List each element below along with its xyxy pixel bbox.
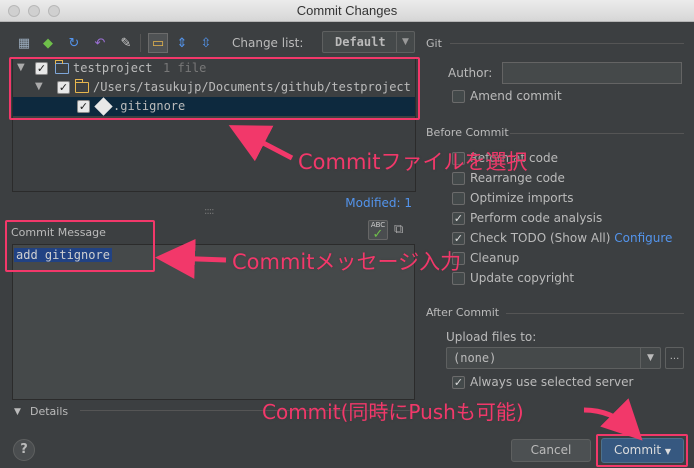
option-label: Always use selected server [470,375,634,389]
collapse-arrow-icon: ▼ [14,407,21,417]
chevron-down-icon: ▼ [396,32,414,52]
cancel-button[interactable]: Cancel [511,439,591,462]
upload-server-value: (none) [453,351,497,365]
help-button[interactable]: ? [13,439,35,461]
option-label: Cleanup [470,251,520,265]
author-input[interactable] [502,62,682,84]
chevron-down-icon: ▼ [640,348,660,368]
git-section-title: Git [426,37,442,50]
refresh-icon[interactable]: ↻ [66,35,82,51]
change-list-select[interactable]: Default ▼ [322,31,415,53]
upload-files-label: Upload files to: [446,330,537,344]
upload-server-select[interactable]: (none) ▼ [446,347,661,369]
undo-icon[interactable]: ↶ [92,35,108,51]
title-bar: Commit Changes [0,0,694,22]
splitter-handle[interactable]: :::: [204,206,215,217]
message-history-icon[interactable]: ⧉ [394,222,410,238]
check-icon: ✓ [372,227,384,242]
annotation-commit-push: Commit(同時にPushも可能) [262,400,524,424]
expand-all-icon[interactable]: ⇕ [174,35,190,51]
checkbox[interactable]: ✓ [452,212,465,225]
before-commit-title: Before Commit [426,126,509,139]
details-label: Details [30,405,69,418]
checkbox[interactable] [452,90,465,103]
message-highlight [5,220,155,272]
change-list-value: Default [335,35,386,49]
modified-count: Modified: 1 [345,196,412,210]
collapse-all-icon[interactable]: ⇳ [198,35,214,51]
annotation-select-file: Commitファイルを選択 [298,150,528,174]
commit-button-highlight [596,434,688,467]
section-divider [450,43,684,44]
file-selection-highlight [9,57,420,120]
upload-more-button[interactable]: ... [665,347,684,369]
option-label: Optimize imports [470,191,574,205]
change-list-label: Change list: [232,36,304,50]
window-title: Commit Changes [296,3,398,18]
option-label: Update copyright [470,271,575,285]
rollback-icon[interactable]: ◆ [40,35,56,51]
option-label: Perform code analysis [470,211,603,225]
show-diff-icon[interactable]: ▦ [16,35,32,51]
section-divider [510,133,684,134]
checkbox[interactable]: ✓ [452,376,465,389]
author-label: Author: [448,66,493,80]
spellcheck-icon[interactable]: ABC ✓ [368,220,388,242]
amend-commit-label: Amend commit [470,89,562,103]
section-divider [506,313,684,314]
arrow-to-commit [583,398,643,441]
configure-link[interactable]: Configure [614,231,672,245]
group-by-directory-icon[interactable]: ▭ [148,33,168,53]
checkbox[interactable]: ✓ [452,232,465,245]
toolbar-separator [140,34,141,52]
annotation-enter-message: Commitメッセージ入力 [232,250,462,274]
checkbox[interactable] [452,192,465,205]
after-commit-title: After Commit [426,306,500,319]
edit-source-icon[interactable]: ✎ [118,35,134,51]
option-label: Check TODO (Show All) [470,231,611,245]
